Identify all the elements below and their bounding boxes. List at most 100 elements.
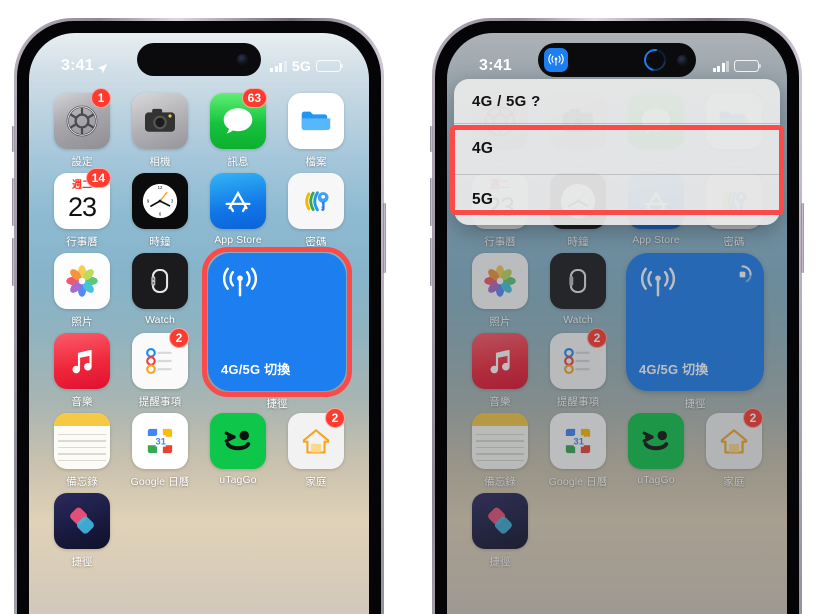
badge-count: 1 <box>91 88 111 108</box>
notes-header-bar <box>54 413 110 426</box>
app-icon-watch[interactable]: Watch <box>121 253 199 331</box>
app-label: 密碼 <box>305 236 327 248</box>
app-icon-notes[interactable]: 備忘錄 <box>43 413 121 491</box>
app-label: 時鐘 <box>149 236 171 248</box>
shortcut-widget-wrapper: 4G/5G 切換 捷徑 <box>199 247 355 411</box>
shortcuts-running-icon <box>544 48 568 72</box>
shortcut-prompt-dialog: 4G / 5G ? 4G 5G <box>454 79 780 225</box>
app-icon-music[interactable]: 音樂 <box>43 333 121 411</box>
cellular-signal-icon <box>270 60 287 72</box>
badge-count: 63 <box>241 88 267 108</box>
screenshot-stage: 3:41 5G 1 設定 相機 63 訊息 檔案 週二 23 14 行事曆 12… <box>0 0 817 614</box>
notes-icon <box>54 413 110 469</box>
shortcuts-icon <box>54 493 110 549</box>
files-icon <box>288 93 344 149</box>
front-camera-icon <box>677 54 688 66</box>
volume-up-button[interactable] <box>430 178 433 226</box>
shortcut-widget-label: 4G/5G 切換 <box>221 362 291 377</box>
dialog-title: 4G / 5G ? <box>454 79 780 124</box>
app-label: 提醒事項 <box>138 396 182 408</box>
app-label: 行事曆 <box>66 236 98 248</box>
status-bar-left: 3:41 <box>479 57 512 75</box>
app-label: 音樂 <box>71 396 93 408</box>
app-icon-messages[interactable]: 63 訊息 <box>199 88 277 171</box>
utaggo-icon <box>210 413 266 469</box>
left-iphone: 3:41 5G 1 設定 相機 63 訊息 檔案 週二 23 14 行事曆 12… <box>12 18 386 614</box>
power-button[interactable] <box>801 203 804 273</box>
app-icon-settings[interactable]: 1 設定 <box>43 88 121 171</box>
app-label: Google 日曆 <box>130 476 190 488</box>
svg-text:31: 31 <box>156 437 166 447</box>
app-label: 訊息 <box>227 156 249 168</box>
mute-switch-button[interactable] <box>430 126 433 152</box>
app-grid: 1 設定 相機 63 訊息 檔案 週二 23 14 行事曆 12 3 6 9 時… <box>29 88 369 614</box>
shortcut-widget-4g5g[interactable]: 4G/5G 切換 <box>208 253 346 391</box>
app-icon-google-calendar[interactable]: 31 Google 日曆 <box>121 413 199 491</box>
status-time: 3:41 <box>61 57 94 74</box>
app-icon-clock[interactable]: 12 3 69 時鐘 <box>121 173 199 251</box>
phone-bezel: 3:41 行事曆 時鐘 App Store 密碼 照片 Watch 4G/5G … <box>435 21 799 614</box>
app-label: uTagGo <box>219 474 257 486</box>
notes-lines <box>54 426 110 469</box>
volume-up-button[interactable] <box>12 178 15 226</box>
appstore-icon <box>210 173 266 229</box>
right-iphone: 3:41 行事曆 時鐘 App Store 密碼 照片 Watch 4G/5G … <box>430 18 804 614</box>
volume-down-button[interactable] <box>430 238 433 286</box>
badge-count: 2 <box>169 328 189 348</box>
google-calendar-icon: 31 <box>132 413 188 469</box>
watch-icon <box>132 253 188 309</box>
phone-frame: 3:41 行事曆 時鐘 App Store 密碼 照片 Watch 4G/5G … <box>430 18 804 614</box>
app-label: 設定 <box>71 156 93 168</box>
volume-down-button[interactable] <box>12 238 15 286</box>
app-label: 備忘錄 <box>66 476 98 488</box>
left-phone-screen: 3:41 5G 1 設定 相機 63 訊息 檔案 週二 23 14 行事曆 12… <box>29 33 369 614</box>
app-label: 檔案 <box>305 156 327 168</box>
app-icon-shortcuts[interactable]: 捷徑 <box>43 493 121 571</box>
phone-frame: 3:41 5G 1 設定 相機 63 訊息 檔案 週二 23 14 行事曆 12… <box>12 18 386 614</box>
calendar-day: 23 <box>67 192 97 222</box>
phone-bezel: 3:41 5G 1 設定 相機 63 訊息 檔案 週二 23 14 行事曆 12… <box>17 21 381 614</box>
app-label: App Store <box>214 234 262 246</box>
photos-icon <box>54 253 110 309</box>
badge-count: 14 <box>85 168 111 188</box>
app-icon-utaggo[interactable]: uTagGo <box>199 413 277 491</box>
status-time: 3:41 <box>479 57 512 74</box>
right-phone-screen: 3:41 行事曆 時鐘 App Store 密碼 照片 Watch 4G/5G … <box>447 33 787 614</box>
camera-icon <box>132 93 188 149</box>
dialog-option-4g[interactable]: 4G <box>454 124 780 174</box>
app-label: 家庭 <box>305 476 327 488</box>
power-button[interactable] <box>383 203 386 273</box>
passwords-icon <box>288 173 344 229</box>
app-icon-home[interactable]: 2 家庭 <box>277 408 355 491</box>
app-label: Watch <box>145 314 175 326</box>
battery-icon <box>734 60 762 72</box>
app-icon-reminders[interactable]: 2 提醒事項 <box>121 328 199 411</box>
location-arrow-icon <box>97 61 108 73</box>
app-label: 照片 <box>71 316 93 328</box>
status-bar-right <box>712 60 762 72</box>
network-type-label: 5G <box>291 58 311 74</box>
status-bar-left: 3:41 <box>61 57 108 75</box>
app-icon-camera[interactable]: 相機 <box>121 93 199 171</box>
front-camera-icon <box>237 54 248 65</box>
shortcut-widget-cell: 4G/5G 切換 捷徑 <box>199 247 355 411</box>
app-icon-photos[interactable]: 照片 <box>43 253 121 331</box>
app-icon-calendar[interactable]: 週二 23 14 行事曆 <box>43 168 121 251</box>
dialog-option-5g[interactable]: 5G <box>454 174 780 225</box>
app-label: 捷徑 <box>71 556 93 568</box>
mute-switch-button[interactable] <box>12 126 15 152</box>
app-icon-passwords[interactable]: 密碼 <box>277 173 355 251</box>
progress-ring-icon <box>639 44 671 76</box>
app-icon-files[interactable]: 檔案 <box>277 93 355 171</box>
antenna-broadcast-icon <box>221 266 259 305</box>
music-icon <box>54 333 110 389</box>
dynamic-island[interactable] <box>137 43 261 76</box>
dynamic-island-expanded[interactable] <box>538 43 696 77</box>
cellular-signal-icon <box>712 60 729 72</box>
battery-icon <box>316 60 344 72</box>
shortcut-widget-app-label: 捷徑 <box>266 398 288 410</box>
app-icon-appstore[interactable]: App Store <box>199 173 277 251</box>
clock-icon: 12 3 69 <box>132 173 188 229</box>
status-bar-right: 5G <box>270 58 344 74</box>
svg-text:12: 12 <box>158 185 163 190</box>
